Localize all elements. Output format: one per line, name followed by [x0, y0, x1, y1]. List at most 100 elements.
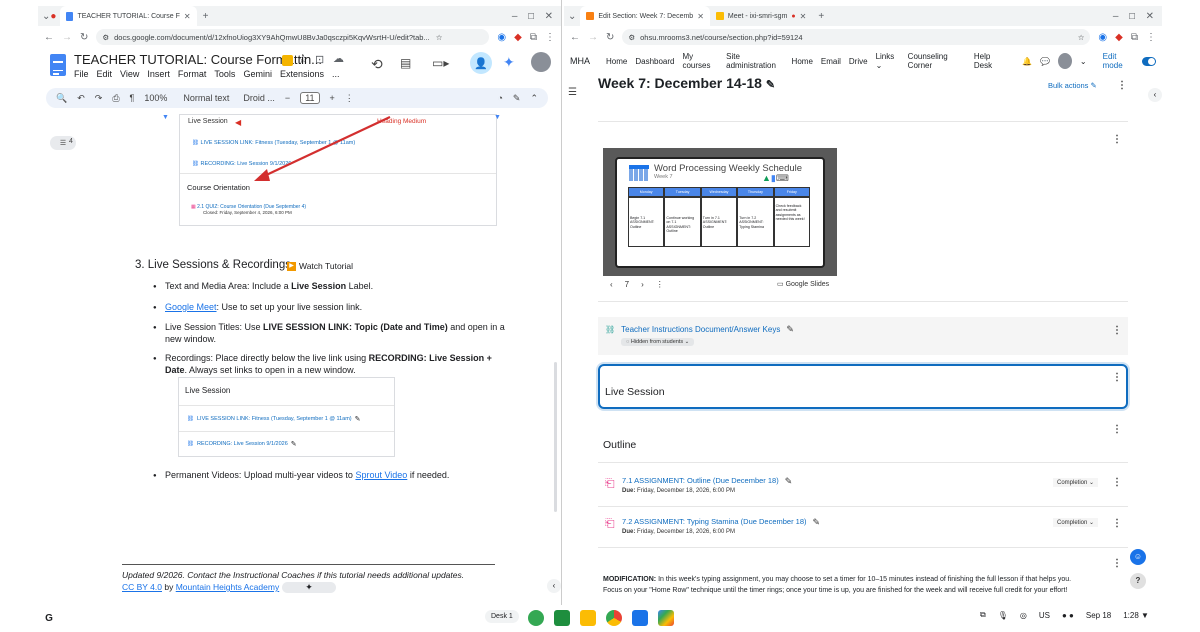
forward-icon[interactable]: → [588, 32, 598, 43]
tab-search-icon[interactable]: ⌄ [42, 11, 50, 22]
nav-home-2[interactable]: Home [792, 57, 813, 66]
undo-icon[interactable]: ↶ [77, 93, 85, 104]
new-tab-icon[interactable]: + [203, 11, 209, 22]
chrome-app-icon[interactable] [606, 610, 622, 626]
extension-2-icon[interactable]: ◆ [1115, 32, 1123, 43]
edit-mode-toggle[interactable] [1142, 56, 1156, 66]
reload-icon[interactable]: ↻ [606, 32, 614, 43]
edit-pencil-icon[interactable]: ✎ [813, 517, 821, 528]
extensions-puzzle-icon[interactable]: ⧉ [530, 32, 537, 43]
left-url-field[interactable]: ⚙ docs.google.com/document/d/12xfnoUiog3… [96, 29, 490, 45]
docs-scrollbar[interactable] [554, 362, 557, 512]
play-store-icon[interactable] [658, 610, 674, 626]
version-history-icon[interactable]: ⟲ [371, 56, 383, 73]
font-select[interactable]: Droid ... [243, 93, 275, 103]
accessibility-icon[interactable]: ☺ [1130, 549, 1146, 565]
move-folder-icon[interactable]: ⊡ [315, 53, 324, 66]
completion-select-2[interactable]: Completion ⌄ [1053, 518, 1099, 527]
menu-format[interactable]: Format [178, 69, 207, 79]
close-tab-icon[interactable]: ✕ [697, 12, 704, 21]
collapse-menus-icon[interactable]: ⌃ [530, 93, 538, 104]
desk-switcher[interactable]: Desk 1 [485, 610, 519, 623]
gemini-icon[interactable]: ✦ [503, 54, 515, 71]
zoom-select[interactable]: 100% [144, 93, 167, 103]
edit-pencil-icon[interactable]: ✎ [786, 324, 794, 335]
menu-gemini[interactable]: Gemini [243, 69, 272, 79]
help-icon[interactable]: ? [1130, 573, 1146, 589]
tab-edit-section[interactable]: Edit Section: Week 7: Decemb ✕ [580, 6, 710, 26]
collapse-side-panel-icon[interactable]: ‹ [547, 579, 561, 593]
new-tab-icon[interactable]: + [818, 11, 824, 22]
ai-edit-icon[interactable]: ◔ [497, 93, 502, 103]
google-meet-link[interactable]: Google Meet [165, 302, 217, 312]
slides-menu-icon[interactable]: ⋮ [656, 280, 664, 289]
hidden-from-students-badge[interactable]: ◌ Hidden from students ⌄ [621, 338, 695, 346]
tab-docs[interactable]: TEACHER TUTORIAL: Course F ✕ [60, 6, 197, 26]
print-icon[interactable]: ⎙ [112, 93, 119, 104]
files-app-icon[interactable] [632, 610, 648, 626]
account-avatar[interactable] [531, 52, 551, 72]
redo-icon[interactable]: ↷ [95, 93, 103, 104]
site-info-icon[interactable]: ⚙ [628, 33, 635, 42]
site-brand[interactable]: MHA [570, 56, 590, 66]
watch-tutorial-chip[interactable]: ▶ Watch Tutorial [287, 261, 353, 271]
user-menu-chevron-icon[interactable]: ⌄ [1080, 57, 1087, 66]
gemini-floating-icon[interactable]: ✦ [282, 582, 336, 593]
nav-email[interactable]: Email [821, 57, 841, 66]
tab-meet[interactable]: Meet - ixi-smri-sgm ● ✕ [710, 6, 812, 26]
reload-icon[interactable]: ↻ [80, 32, 88, 43]
classroom-app-icon[interactable] [554, 610, 570, 626]
star-icon[interactable]: ☆ [298, 52, 309, 66]
edit-pencil-icon[interactable]: ✎ [785, 476, 793, 487]
nav-dashboard[interactable]: Dashboard [635, 57, 674, 66]
extension-icon[interactable]: ◉ [1098, 32, 1107, 43]
browser-menu-icon[interactable]: ⋮ [1146, 32, 1156, 43]
menu-more[interactable]: ... [332, 69, 340, 79]
slides-app-icon[interactable] [580, 610, 596, 626]
mha-link[interactable]: Mountain Heights Academy [176, 582, 279, 592]
nav-my-courses[interactable]: My courses [682, 52, 718, 70]
launcher-icon[interactable]: G [40, 610, 58, 628]
share-button[interactable]: 👤 [470, 52, 492, 74]
menu-insert[interactable]: Insert [147, 69, 170, 79]
extensions-puzzle-icon[interactable]: ⧉ [1131, 32, 1138, 43]
bookmark-star-icon[interactable]: ☆ [436, 33, 443, 42]
open-in-slides[interactable]: ▭ Google Slides [777, 280, 829, 288]
editing-mode-icon[interactable]: ✎ [513, 93, 521, 104]
back-icon[interactable]: ← [570, 32, 580, 43]
bookmark-star-icon[interactable]: ☆ [1078, 33, 1085, 42]
close-tab-icon[interactable]: ✕ [800, 12, 807, 21]
nav-home[interactable]: Home [606, 57, 627, 66]
font-size-decrease[interactable]: − [285, 93, 290, 103]
user-avatar[interactable] [1057, 53, 1072, 69]
back-icon[interactable]: ← [44, 32, 54, 43]
style-select[interactable]: Normal text [183, 93, 229, 103]
search-menus-icon[interactable]: 🔍 [56, 93, 67, 104]
bulk-actions-link[interactable]: Bulk actions ✎ [1048, 81, 1097, 90]
edit-title-pencil-icon[interactable]: ✎ [766, 79, 775, 91]
close-window-icon[interactable]: ✕ [1146, 11, 1154, 22]
menu-edit[interactable]: Edit [97, 69, 113, 79]
course-index-toggle-icon[interactable]: ☰ [568, 87, 577, 98]
status-tray[interactable]: ⧉ 🎙 ◎ US ● ● Sep 18 1:28 ▼ [980, 610, 1149, 620]
google-slides-embed[interactable]: Word Processing Weekly Schedule Week 7 ▲… [603, 148, 837, 276]
maximize-icon[interactable]: ☐ [527, 12, 534, 21]
close-window-icon[interactable]: ✕ [545, 11, 553, 22]
browser-menu-icon[interactable]: ⋮ [545, 32, 555, 43]
nav-counseling[interactable]: Counseling Corner [908, 52, 966, 70]
menu-extensions[interactable]: Extensions [280, 69, 324, 79]
docs-logo-icon[interactable] [50, 54, 66, 76]
paint-format-icon[interactable]: ¶ [130, 93, 135, 103]
more-toolbar-icon[interactable]: ⋮ [345, 93, 354, 104]
completion-select-1[interactable]: Completion ⌄ [1053, 478, 1099, 487]
meet-icon[interactable]: ▭▸ [432, 56, 449, 70]
label-icon[interactable] [282, 55, 293, 66]
live-session-label-block[interactable]: Live Session ⋮ [598, 364, 1128, 409]
site-info-icon[interactable]: ⚙ [102, 33, 109, 42]
right-drawer-toggle-icon[interactable]: ‹ [1148, 88, 1162, 102]
next-slide-icon[interactable]: › [641, 280, 644, 289]
nav-drive[interactable]: Drive [849, 57, 868, 66]
minimize-icon[interactable]: – [1113, 11, 1119, 22]
messages-icon[interactable]: 💬 [1040, 57, 1050, 66]
right-url-field[interactable]: ⚙ ohsu.mrooms3.net/course/section.php?id… [622, 29, 1091, 45]
